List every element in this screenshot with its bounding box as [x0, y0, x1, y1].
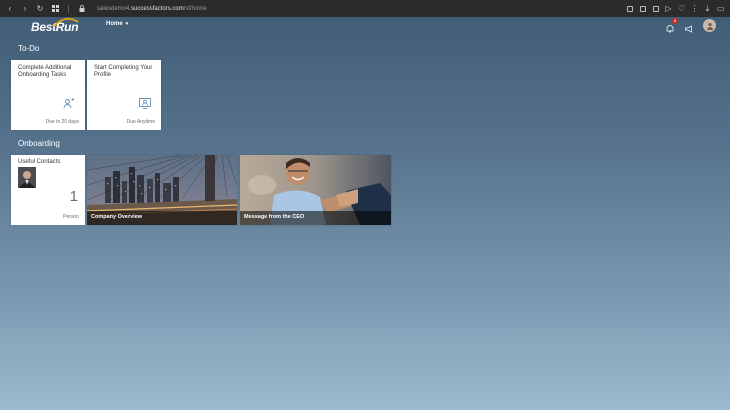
contact-photo [18, 167, 36, 188]
company-logo[interactable]: BestRun [31, 18, 79, 35]
forward-icon[interactable]: › [21, 4, 29, 13]
user-avatar-button[interactable] [703, 19, 716, 32]
url-host: successfactors.com [131, 5, 184, 12]
url-prefix: salesdemo4. [97, 5, 132, 12]
tile-caption: Message from the CEO [240, 211, 391, 225]
toolbar-divider [68, 4, 69, 13]
contact-unit: Person [63, 214, 79, 220]
profile-card-icon [139, 98, 151, 109]
contact-count: 1 [69, 188, 78, 205]
todo-tile-complete-profile[interactable]: Start Completing Your Profile Due Anytim… [87, 60, 161, 130]
megaphone-icon [685, 24, 692, 33]
tile-title: Useful Contacts [18, 159, 61, 165]
camera-icon[interactable] [639, 5, 646, 12]
send-icon[interactable]: ▷ [665, 4, 672, 12]
notification-badge: 2 [672, 17, 678, 24]
ceo-message-tile[interactable]: Message from the CEO [240, 155, 391, 225]
todo-tile-onboarding-tasks[interactable]: Complete Additional Onboarding Tasks Due… [11, 60, 85, 130]
tile-caption: Company Overview [87, 211, 237, 225]
heart-icon[interactable]: ♡ [678, 4, 685, 12]
download-icon[interactable]: ⤓ [704, 4, 711, 12]
home-menu-button[interactable]: Home ▾ [106, 21, 128, 27]
company-overview-tile[interactable]: Company Overview [87, 155, 237, 225]
screenshot-icon[interactable] [652, 5, 659, 12]
settings-icon[interactable]: ⋮ [691, 4, 699, 12]
notifications-button[interactable]: 2 [665, 17, 678, 32]
person-tasks-icon [63, 98, 74, 109]
tile-title: Start Completing Your Profile [94, 65, 153, 78]
useful-contacts-tile[interactable]: Useful Contacts 1 Person [11, 155, 85, 225]
onboarding-section-title: Onboarding [18, 139, 60, 148]
back-icon[interactable]: ‹ [6, 4, 14, 13]
battery-icon[interactable]: ▭ [717, 4, 725, 12]
feedback-button[interactable] [684, 21, 694, 33]
address-bar[interactable]: salesdemo4.successfactors.com/sf/home [97, 6, 207, 12]
tabs-grid-icon[interactable] [51, 5, 59, 13]
tile-due-text: Due in 20 days [45, 119, 79, 125]
extension-icon[interactable] [626, 5, 633, 12]
lock-icon[interactable] [78, 5, 86, 13]
app-header: BestRun Home ▾ 2 [0, 17, 730, 37]
chevron-down-icon: ▾ [125, 21, 129, 27]
url-path: /sf/home [183, 5, 207, 12]
tile-due-text: Due Anytime [126, 119, 155, 125]
user-icon [706, 22, 713, 30]
todo-section-title: To-Do [18, 44, 40, 53]
bell-icon [666, 24, 674, 32]
reload-icon[interactable]: ↻ [36, 4, 44, 13]
home-menu-label: Home [106, 21, 123, 27]
logo-arc-icon [53, 18, 79, 27]
tile-title: Complete Additional Onboarding Tasks [18, 65, 72, 78]
browser-toolbar: ‹ › ↻ salesdemo4.successfactors.com/sf/h… [0, 0, 730, 17]
